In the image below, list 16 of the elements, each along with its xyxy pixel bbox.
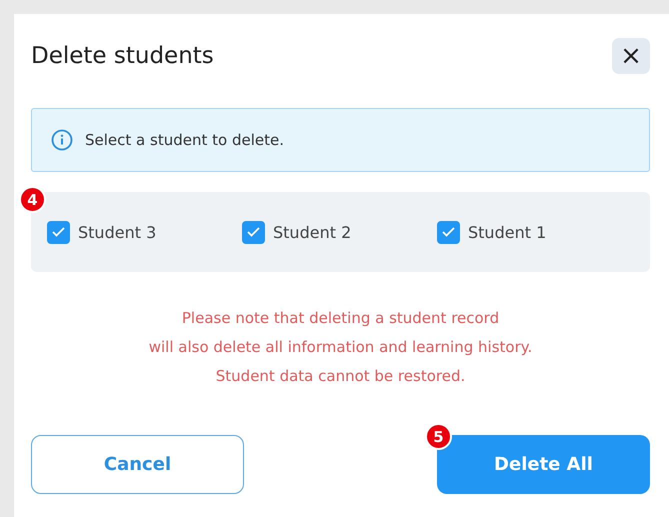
info-icon	[51, 129, 73, 151]
dialog-title: Delete students	[31, 43, 214, 69]
checkbox[interactable]	[437, 220, 460, 244]
step-marker: 5	[425, 423, 452, 450]
step-marker: 4	[19, 186, 46, 213]
warning-text: Please note that deleting a student record will also delete all information and learning history. Student data cannot be restored.	[148, 308, 534, 387]
checkbox[interactable]	[242, 220, 265, 244]
close-button[interactable]: ×	[612, 38, 650, 74]
check-icon	[442, 227, 455, 237]
check-icon	[247, 227, 260, 237]
student-checkbox[interactable]: Student 1	[437, 220, 632, 244]
info-text: Select a student to delete.	[85, 131, 284, 149]
student-checkbox[interactable]: Student 3	[47, 220, 242, 244]
checkbox[interactable]	[47, 220, 70, 244]
check-icon	[52, 227, 65, 237]
student-checkbox[interactable]: Student 2	[242, 220, 437, 244]
